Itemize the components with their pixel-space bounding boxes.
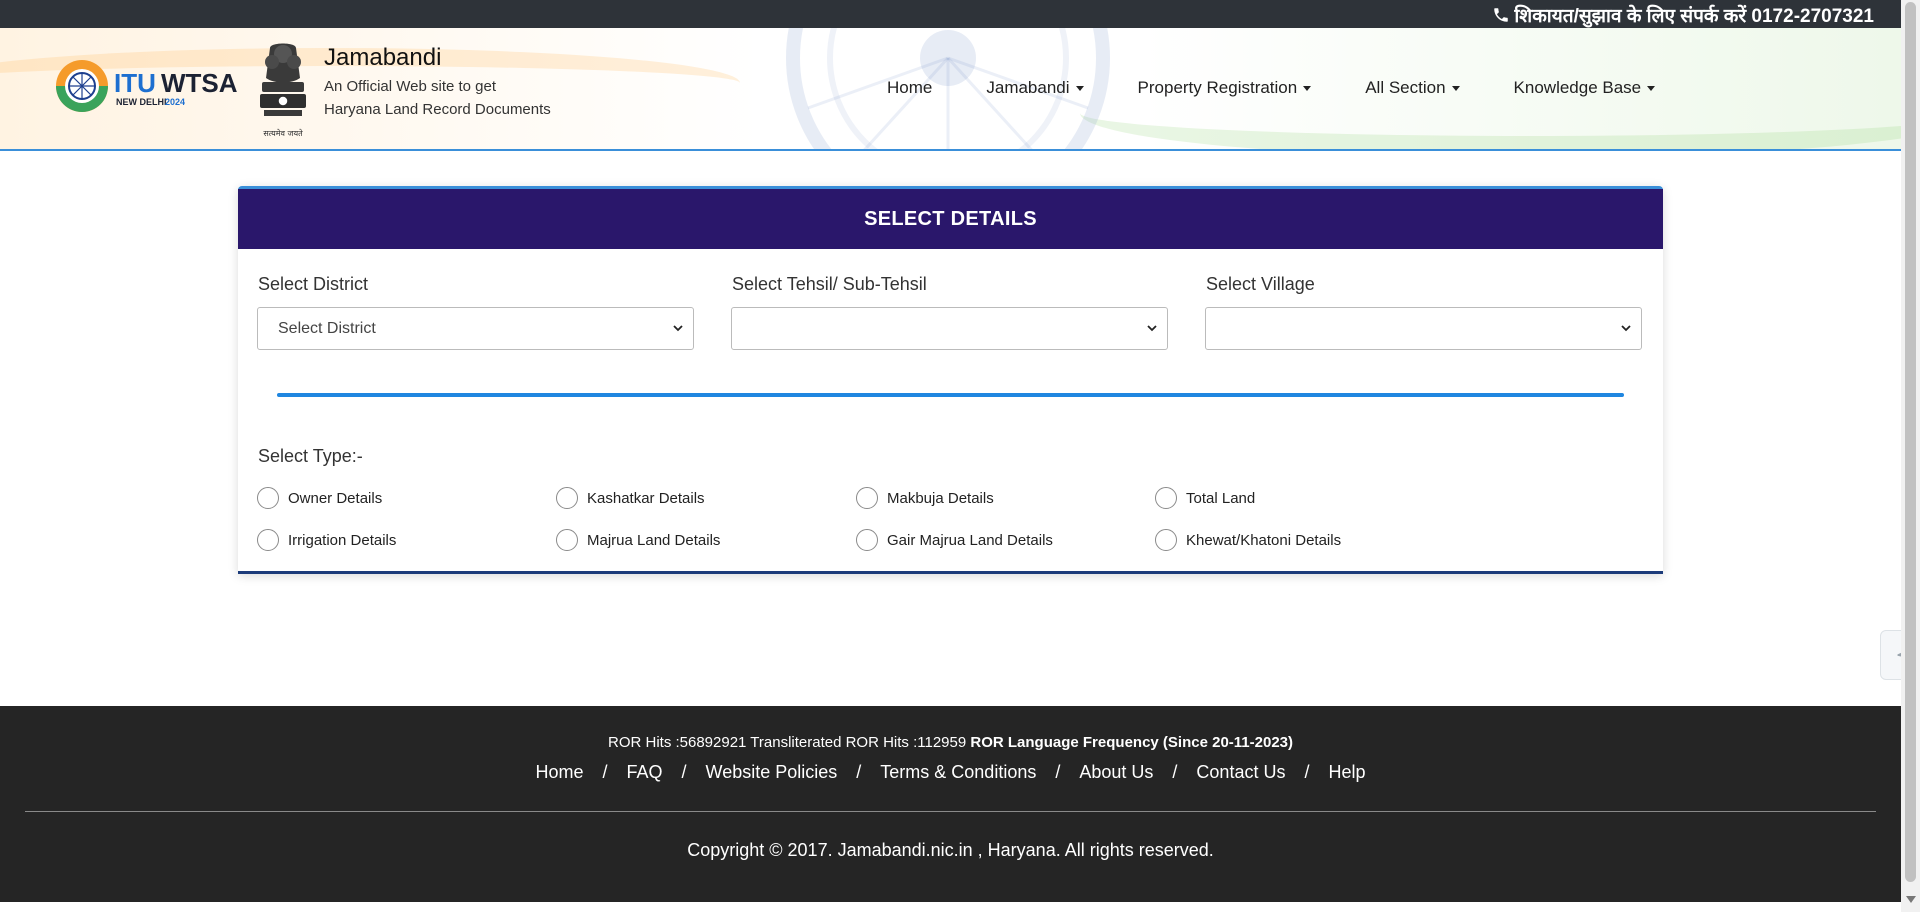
nav-label: All Section bbox=[1365, 78, 1446, 97]
radio-circle[interactable] bbox=[1155, 487, 1177, 509]
caret-down-icon bbox=[1075, 85, 1084, 91]
hits-text: ROR Hits :56892921 Transliterated ROR Hi… bbox=[607, 734, 967, 751]
language-frequency-link[interactable]: ROR Language Frequency (Since 20-11-2023… bbox=[970, 734, 1293, 751]
radio-kashatkar-details[interactable]: Kashatkar Details bbox=[556, 487, 705, 509]
caret-down-icon bbox=[1303, 85, 1312, 91]
footer-link-faq[interactable]: FAQ bbox=[627, 762, 663, 783]
nav-property-registration[interactable]: Property Registration bbox=[1111, 78, 1339, 98]
radio-circle[interactable] bbox=[1155, 529, 1177, 551]
caret-down-icon bbox=[1451, 85, 1460, 91]
radio-label: Irrigation Details bbox=[288, 531, 397, 549]
village-select[interactable] bbox=[1205, 307, 1642, 350]
radio-circle[interactable] bbox=[556, 487, 578, 509]
radio-khewat-khatoni-details[interactable]: Khewat/Khatoni Details bbox=[1155, 529, 1341, 551]
select-type-label: Select Type:- bbox=[258, 446, 363, 466]
nav-jamabandi[interactable]: Jamabandi bbox=[959, 78, 1110, 98]
link-separator: / bbox=[1172, 762, 1178, 782]
card-heading: SELECT DETAILS bbox=[238, 189, 1663, 249]
svg-text:ITU: ITU bbox=[114, 68, 156, 98]
nav-label: Knowledge Base bbox=[1513, 78, 1642, 97]
nav-label: Jamabandi bbox=[986, 78, 1070, 97]
radio-circle[interactable] bbox=[856, 487, 878, 509]
top-contact-bar: शिकायत/सुझाव के लिए संपर्क करें 0172-270… bbox=[0, 0, 1901, 28]
district-label: Select District bbox=[258, 274, 369, 294]
chevron-down-icon bbox=[673, 325, 683, 332]
village-label: Select Village bbox=[1206, 274, 1315, 294]
chevron-down-icon bbox=[1621, 325, 1631, 332]
footer-link-help[interactable]: Help bbox=[1328, 762, 1365, 783]
nav-label: Property Registration bbox=[1137, 78, 1298, 97]
footer-link-home[interactable]: Home bbox=[535, 762, 583, 783]
radio-irrigation-details[interactable]: Irrigation Details bbox=[257, 529, 396, 551]
page: शिकायत/सुझाव के लिए संपर्क करें 0172-270… bbox=[0, 0, 1920, 912]
district-select[interactable]: Select District bbox=[257, 307, 694, 350]
nav-home[interactable]: Home bbox=[860, 78, 959, 98]
tehsil-select[interactable] bbox=[731, 307, 1168, 350]
site-subtitle: Haryana Land Record Documents bbox=[324, 101, 551, 118]
footer-link-about-us[interactable]: About Us bbox=[1079, 762, 1153, 783]
link-separator: / bbox=[1055, 762, 1061, 782]
footer-link-website-policies[interactable]: Website Policies bbox=[706, 762, 838, 783]
radio-owner-details[interactable]: Owner Details bbox=[257, 487, 382, 509]
svg-text:NEW DELHI: NEW DELHI bbox=[116, 97, 167, 107]
radio-label: Khewat/Khatoni Details bbox=[1186, 531, 1342, 549]
nav-label: Home bbox=[887, 78, 933, 97]
hit-counter: ROR Hits :56892921 Transliterated ROR Hi… bbox=[0, 734, 1901, 751]
radio-circle[interactable] bbox=[257, 529, 279, 551]
footer-links: Home / FAQ / Website Policies / Terms & … bbox=[0, 762, 1901, 783]
main-nav: Home Jamabandi Property Registration All… bbox=[860, 78, 1682, 98]
radio-circle[interactable] bbox=[856, 529, 878, 551]
radio-circle[interactable] bbox=[556, 529, 578, 551]
site-header: ITU WTSA NEW DELHI 2024 सत्यमेव जयते Jam… bbox=[0, 28, 1901, 151]
nav-knowledge-base[interactable]: Knowledge Base bbox=[1487, 78, 1683, 98]
radio-gair-majrua-land-details[interactable]: Gair Majrua Land Details bbox=[856, 529, 1053, 551]
ituwtsa-logo[interactable]: ITU WTSA NEW DELHI 2024 bbox=[54, 58, 239, 114]
footer-link-contact-us[interactable]: Contact Us bbox=[1196, 762, 1285, 783]
scrollbar-thumb[interactable] bbox=[1905, 2, 1916, 882]
svg-text:WTSA: WTSA bbox=[161, 68, 238, 98]
site-title[interactable]: Jamabandi bbox=[324, 44, 441, 72]
radio-majrua-land-details[interactable]: Majrua Land Details bbox=[556, 529, 720, 551]
tehsil-label: Select Tehsil/ Sub-Tehsil bbox=[732, 274, 927, 294]
site-subtitle: An Official Web site to get bbox=[324, 78, 497, 95]
link-separator: / bbox=[681, 762, 687, 782]
section-divider bbox=[277, 393, 1624, 397]
svg-text:2024: 2024 bbox=[165, 97, 185, 107]
contact-text: शिकायत/सुझाव के लिए संपर्क करें 0172-270… bbox=[1514, 6, 1874, 27]
link-separator: / bbox=[602, 762, 608, 782]
chevron-down-icon bbox=[1147, 325, 1157, 332]
radio-label: Owner Details bbox=[288, 489, 383, 507]
district-select-value: Select District bbox=[278, 319, 376, 337]
footer-divider bbox=[25, 811, 1876, 812]
phone-icon bbox=[1494, 8, 1509, 22]
radio-label: Makbuja Details bbox=[887, 489, 994, 507]
scroll-down-arrow-icon[interactable] bbox=[1906, 896, 1916, 903]
radio-circle[interactable] bbox=[257, 487, 279, 509]
radio-makbuja-details[interactable]: Makbuja Details bbox=[856, 487, 994, 509]
caret-down-icon bbox=[1647, 85, 1656, 91]
nav-all-section[interactable]: All Section bbox=[1338, 78, 1486, 98]
radio-total-land[interactable]: Total Land bbox=[1155, 487, 1255, 509]
page-scrollbar[interactable] bbox=[1901, 0, 1920, 912]
contact-info: शिकायत/सुझाव के लिए संपर्क करें 0172-270… bbox=[1492, 2, 1874, 28]
national-emblem-logo: सत्यमेव जयते bbox=[260, 43, 306, 138]
footer-link-terms[interactable]: Terms & Conditions bbox=[880, 762, 1036, 783]
select-details-card: SELECT DETAILS Select District Select Di… bbox=[238, 186, 1663, 574]
emblem-motto: सत्यमेव जयते bbox=[263, 128, 303, 138]
link-separator: / bbox=[1304, 762, 1310, 782]
copyright-text: Copyright © 2017. Jamabandi.nic.in , Har… bbox=[687, 840, 1214, 860]
radio-label: Majrua Land Details bbox=[587, 531, 721, 549]
radio-label: Total Land bbox=[1186, 489, 1256, 507]
radio-label: Kashatkar Details bbox=[587, 489, 705, 507]
site-footer: ROR Hits :56892921 Transliterated ROR Hi… bbox=[0, 706, 1901, 902]
link-separator: / bbox=[856, 762, 862, 782]
radio-label: Gair Majrua Land Details bbox=[887, 531, 1053, 549]
